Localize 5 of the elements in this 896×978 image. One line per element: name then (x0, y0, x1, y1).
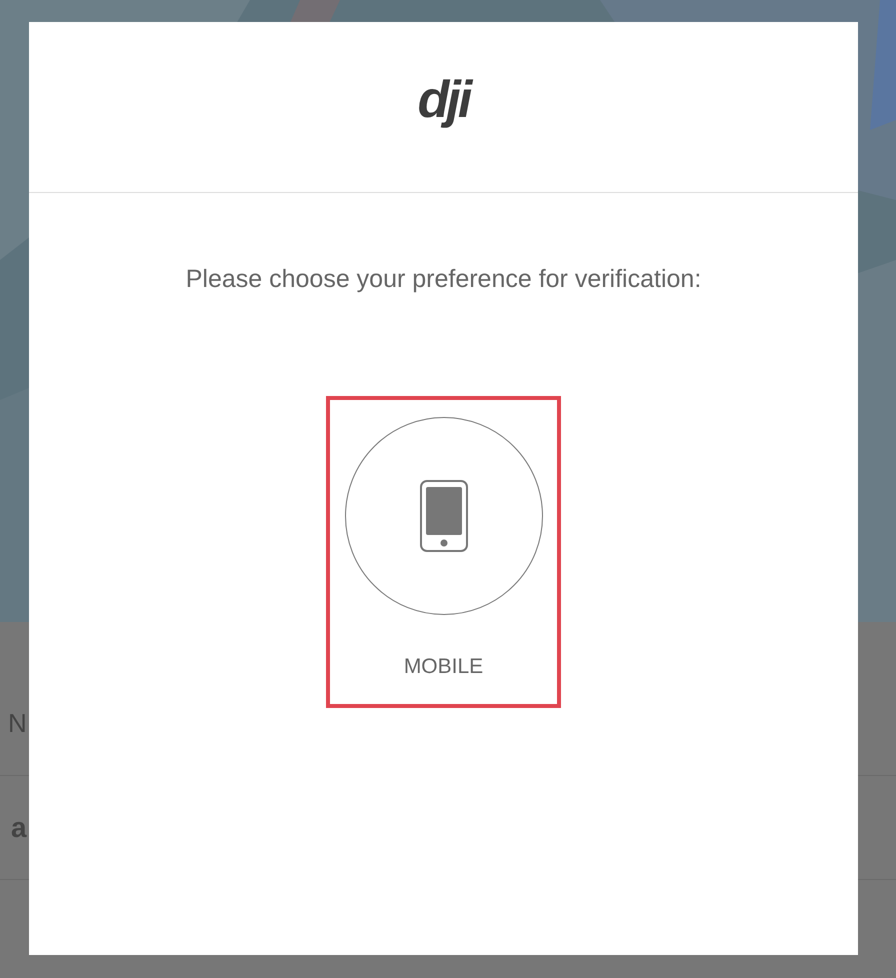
phone-icon (418, 478, 468, 552)
prompt-text: Please choose your preference for verification: (186, 264, 702, 295)
mobile-option[interactable]: MOBILE (326, 396, 561, 708)
option-label: MOBILE (404, 654, 484, 680)
logo: dji (418, 70, 470, 131)
